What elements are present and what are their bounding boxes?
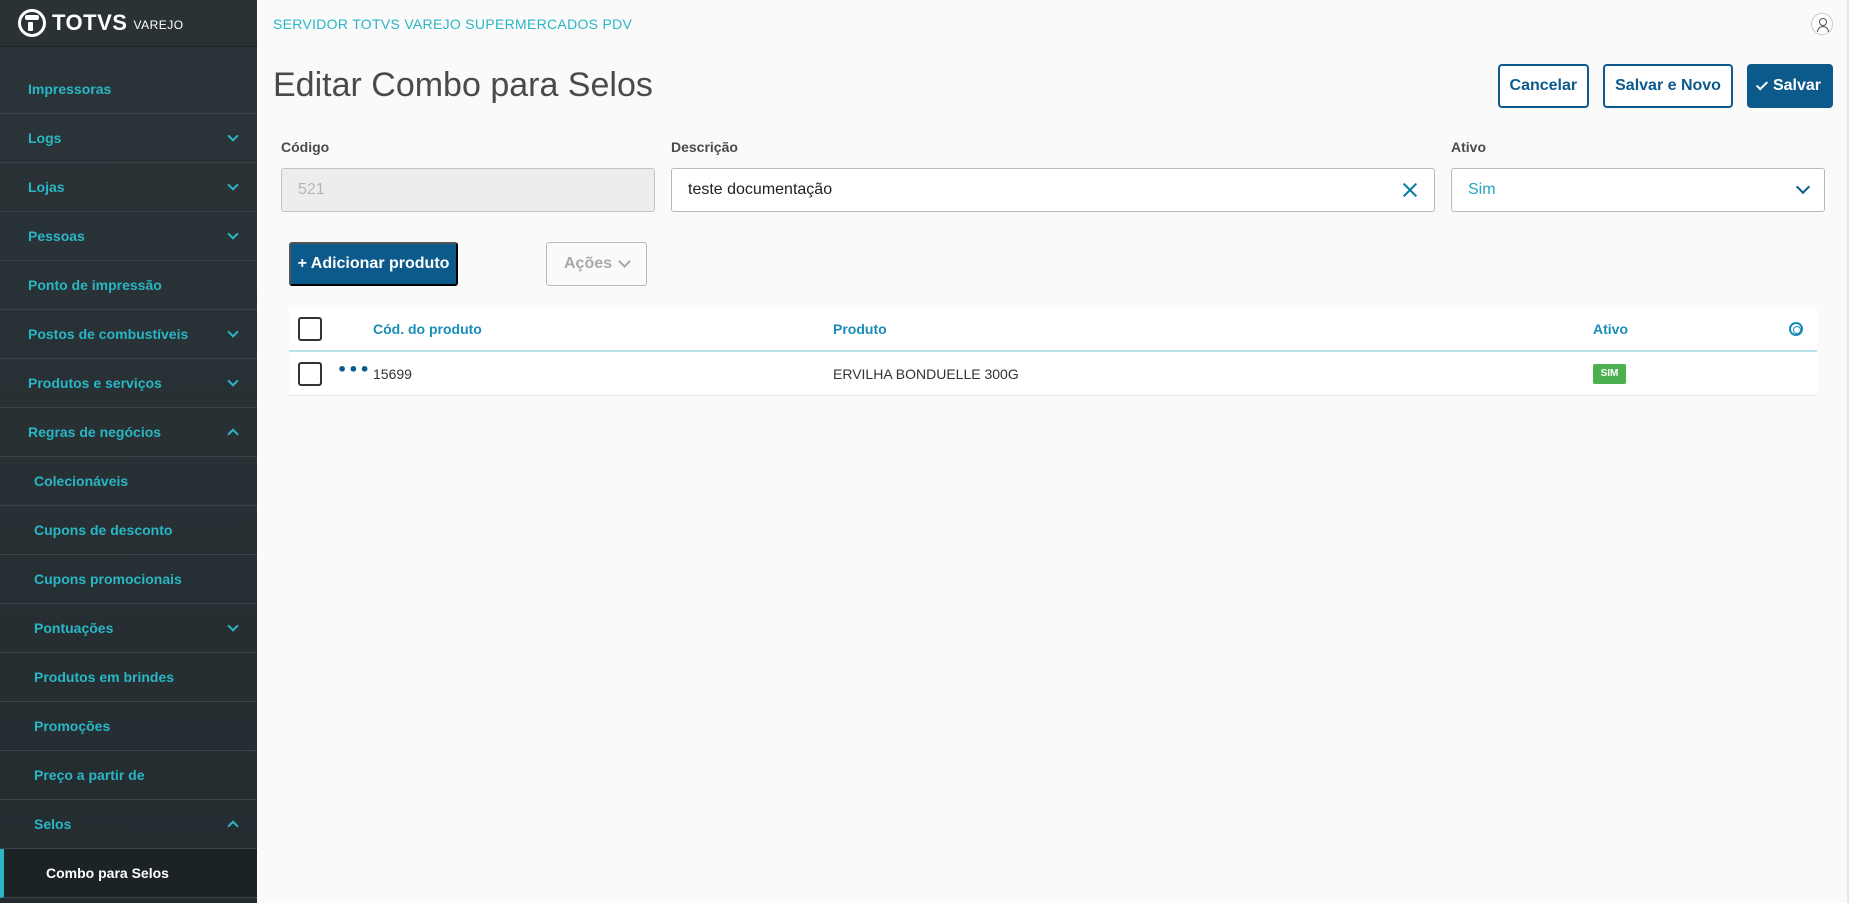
descricao-field[interactable] xyxy=(671,168,1435,212)
sidebar-item-label: Combo para Selos xyxy=(46,865,169,881)
sidebar-item-colecionaveis[interactable]: Colecionáveis xyxy=(0,457,257,506)
save-button-label: Salvar xyxy=(1772,77,1821,94)
chevron-down-icon xyxy=(618,255,631,268)
logo-sub: VAREJO xyxy=(133,18,184,32)
sidebar-item-produtos-brindes[interactable]: Produtos em brindes xyxy=(0,653,257,702)
acoes-button[interactable]: Ações xyxy=(546,242,647,286)
chevron-down-icon xyxy=(227,179,239,191)
chevron-down-icon xyxy=(227,228,239,240)
column-header-ativo[interactable]: Ativo xyxy=(1593,321,1628,337)
sidebar-item-pontuacoes[interactable]: Pontuações xyxy=(0,604,257,653)
gear-icon[interactable] xyxy=(1789,321,1803,336)
descricao-input[interactable] xyxy=(688,181,1402,199)
totvs-logo-icon xyxy=(18,9,46,37)
sidebar-item-label: Produtos em brindes xyxy=(34,669,175,685)
chevron-down-icon xyxy=(227,326,239,338)
sidebar-item-label: Postos de combustíveis xyxy=(28,326,189,342)
status-badge: SIM xyxy=(1593,363,1626,384)
sidebar-item-label: Ponto de impressão xyxy=(28,277,162,293)
sidebar-item-regras-negocios[interactable]: Regras de negócios xyxy=(0,408,257,457)
sidebar-item-produtos-servicos[interactable]: Produtos e serviços xyxy=(0,359,257,408)
ativo-select-value: Sim xyxy=(1468,181,1496,198)
logo[interactable]: TOTVS VAREJO xyxy=(0,0,257,47)
sidebar-item-label: Pontuações xyxy=(34,620,114,636)
codigo-label: Código xyxy=(281,139,330,155)
sidebar-item-ponto-impressao[interactable]: Ponto de impressão xyxy=(0,261,257,310)
ativo-label: Ativo xyxy=(1451,139,1486,155)
sidebar-item-label: Lojas xyxy=(28,179,65,195)
sidebar-item-label: Cupons promocionais xyxy=(34,571,182,587)
sidebar-item-label: Regras de negócios xyxy=(28,424,162,440)
logo-brand: TOTVS xyxy=(52,10,128,35)
add-product-button[interactable]: + Adicionar produto xyxy=(289,242,458,286)
topbar: SERVIDOR TOTVS VAREJO SUPERMERCADOS PDV xyxy=(257,0,1849,47)
sidebar-item-preco-a-partir-de[interactable]: Preço a partir de xyxy=(0,751,257,800)
sidebar-item-promocoes[interactable]: Promoções xyxy=(0,702,257,751)
chevron-down-icon xyxy=(227,620,239,632)
sidebar: TOTVS VAREJO Impressoras Logs Lojas Pess… xyxy=(0,0,257,903)
check-icon xyxy=(1755,77,1768,91)
sidebar-item-lojas[interactable]: Lojas xyxy=(0,163,257,212)
sidebar-item-cupons-promocionais[interactable]: Cupons promocionais xyxy=(0,555,257,604)
row-checkbox[interactable] xyxy=(298,361,322,386)
chevron-down-icon xyxy=(227,130,239,142)
sidebar-item-label: Preço a partir de xyxy=(34,767,145,783)
sidebar-item-label: Produtos e serviços xyxy=(28,375,162,391)
select-all-checkbox[interactable] xyxy=(298,316,322,341)
sidebar-item-pessoas[interactable]: Pessoas xyxy=(0,212,257,261)
clear-icon[interactable] xyxy=(1402,182,1418,198)
server-name: SERVIDOR TOTVS VAREJO SUPERMERCADOS PDV xyxy=(273,15,633,32)
sidebar-item-selos[interactable]: Selos xyxy=(0,800,257,849)
chevron-up-icon xyxy=(227,820,239,832)
table-header: Cód. do produto Produto Ativo xyxy=(289,307,1817,352)
sidebar-item-label: Pessoas xyxy=(28,228,85,244)
column-header-codigo[interactable]: Cód. do produto xyxy=(373,321,482,337)
user-icon[interactable] xyxy=(1811,12,1833,35)
save-and-new-button[interactable]: Salvar e Novo xyxy=(1603,64,1733,108)
codigo-value: 521 xyxy=(298,181,325,198)
sidebar-item-cupons-desconto[interactable]: Cupons de desconto xyxy=(0,506,257,555)
sidebar-item-logs[interactable]: Logs xyxy=(0,114,257,163)
sidebar-menu: Impressoras Logs Lojas Pessoas Ponto de … xyxy=(0,65,257,898)
sidebar-item-label: Impressoras xyxy=(28,81,112,97)
cancel-button[interactable]: Cancelar xyxy=(1497,64,1590,108)
save-button[interactable]: Salvar xyxy=(1746,64,1833,108)
products-table: Cód. do produto Produto Ativo ••• 15699 … xyxy=(289,307,1817,396)
sidebar-item-impressoras[interactable]: Impressoras xyxy=(0,65,257,114)
chevron-down-icon xyxy=(1795,179,1811,195)
codigo-field: 521 xyxy=(281,168,655,212)
cell-produto: ERVILHA BONDUELLE 300G xyxy=(833,365,1019,382)
more-options-icon[interactable]: ••• xyxy=(337,360,371,379)
sidebar-item-label: Selos xyxy=(34,816,72,832)
ativo-select[interactable]: Sim xyxy=(1451,168,1825,212)
sidebar-item-label: Logs xyxy=(28,130,62,146)
acoes-button-label: Ações xyxy=(563,255,613,272)
cell-codigo: 15699 xyxy=(373,365,412,382)
sidebar-item-postos-combustiveis[interactable]: Postos de combustíveis xyxy=(0,310,257,359)
sidebar-item-label: Promoções xyxy=(34,718,111,734)
table-row: ••• 15699 ERVILHA BONDUELLE 300G SIM xyxy=(289,352,1817,396)
chevron-down-icon xyxy=(227,375,239,387)
page-actions: Cancelar Salvar e Novo Salvar xyxy=(1497,64,1833,108)
sidebar-item-label: Cupons de desconto xyxy=(34,522,173,538)
column-header-produto[interactable]: Produto xyxy=(833,321,887,337)
page-title: Editar Combo para Selos xyxy=(273,66,653,104)
sidebar-item-combo-selos[interactable]: Combo para Selos xyxy=(0,849,257,898)
descricao-label: Descrição xyxy=(671,139,738,155)
sidebar-item-label: Colecionáveis xyxy=(34,473,129,489)
chevron-up-icon xyxy=(227,428,239,440)
